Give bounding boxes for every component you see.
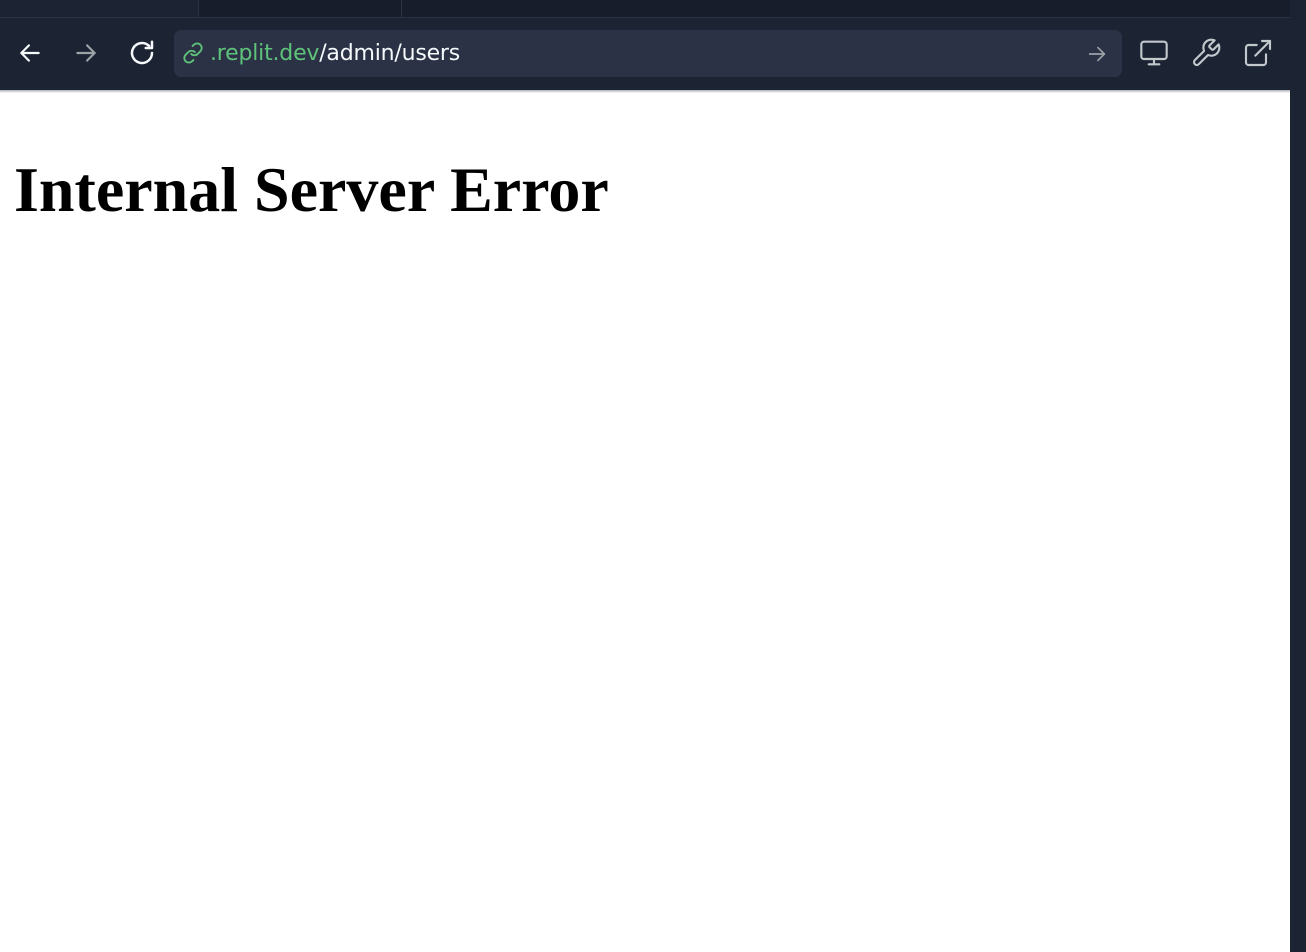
device-preview-button[interactable]: [1136, 35, 1172, 71]
open-in-new-tab-button[interactable]: [1240, 35, 1276, 71]
browser-window: .replit.dev/admin/users Internal Server …: [0, 0, 1306, 952]
tab-strip: [0, 0, 1290, 18]
devtools-button[interactable]: [1188, 35, 1224, 71]
address-bar-url[interactable]: .replit.dev/admin/users: [210, 30, 460, 77]
monitor-icon: [1140, 40, 1168, 66]
tab-inactive[interactable]: [199, 0, 402, 17]
url-domain: .replit.dev: [210, 41, 320, 66]
tab-active[interactable]: [0, 0, 199, 17]
viewport-top-shadow: [0, 90, 1290, 93]
go-arrow-icon[interactable]: [1086, 43, 1108, 65]
page-viewport: Internal Server Error: [0, 90, 1290, 952]
page-title: Internal Server Error: [14, 154, 609, 225]
arrow-right-icon: [76, 44, 96, 62]
url-path: /admin/users: [319, 41, 461, 66]
back-button[interactable]: [13, 36, 47, 70]
wrench-icon: [1192, 38, 1221, 67]
window-right-edge: [1290, 0, 1306, 952]
external-link-icon: [1244, 39, 1272, 67]
reload-icon: [130, 40, 154, 65]
forward-button[interactable]: [69, 36, 103, 70]
reload-button[interactable]: [125, 36, 159, 70]
link-icon: [183, 42, 203, 64]
browser-toolbar: .replit.dev/admin/users: [0, 18, 1290, 90]
address-bar[interactable]: .replit.dev/admin/users: [174, 30, 1122, 77]
arrow-left-icon: [20, 44, 40, 62]
